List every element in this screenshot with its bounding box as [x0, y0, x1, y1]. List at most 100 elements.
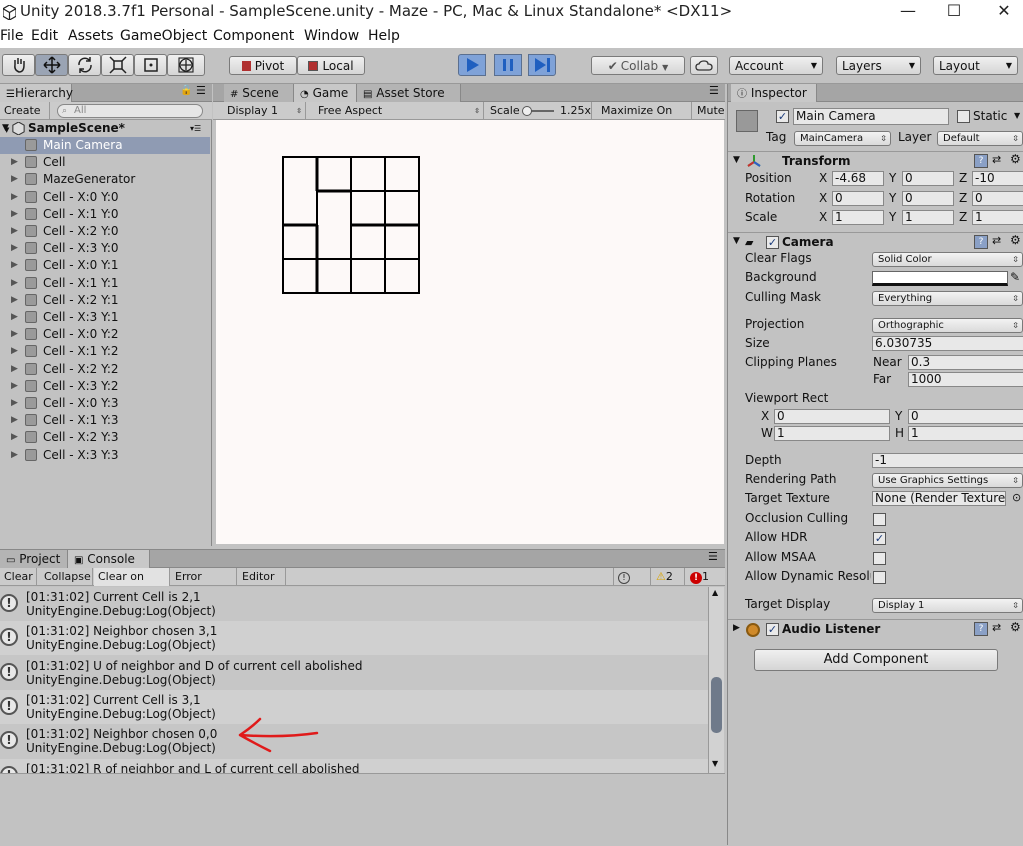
expand-arrow-icon[interactable]: ▶ — [11, 378, 18, 395]
close-button[interactable]: ✕ — [981, 0, 1023, 26]
expand-arrow-icon[interactable]: ▶ — [11, 343, 18, 360]
preset-icon[interactable]: ⇄ — [992, 153, 1001, 166]
console-log-entry[interactable]: ! [01:31:02] Current Cell is 3,1 UnityEngi… — [0, 689, 708, 724]
hierarchy-item[interactable]: ▶ Cell - X:0 Y:0 — [0, 189, 210, 206]
menu-window[interactable]: Window — [304, 28, 359, 44]
hierarchy-item[interactable]: ▶ Cell - X:0 Y:2 — [0, 326, 210, 343]
hand-tool-button[interactable] — [2, 54, 35, 76]
layers-dropdown[interactable]: Layers ▼ — [836, 56, 921, 75]
expand-arrow-icon[interactable]: ▶ — [11, 361, 18, 378]
gameobject-active-checkbox[interactable]: ✓ — [776, 110, 789, 123]
tab-hierarchy[interactable]: ☰Hierarchy — [0, 84, 73, 102]
expand-arrow-icon[interactable]: ▶ — [11, 154, 18, 171]
expand-arrow-icon[interactable]: ▼ — [733, 236, 740, 246]
scene-root[interactable]: ▼ SampleScene* ▾☰ — [0, 120, 212, 137]
hierarchy-item[interactable]: ▶ Cell - X:0 Y:3 — [0, 395, 210, 412]
transform-header[interactable]: ▼ Transform ? ⇄ ⚙ — [728, 151, 1023, 171]
target-texture-field[interactable]: None (Render Texture) — [872, 491, 1006, 506]
collapse-button[interactable]: Collapse — [40, 568, 93, 586]
layer-dropdown[interactable]: Default ⇳ — [937, 131, 1023, 146]
hierarchy-item[interactable]: ▶ Cell - X:3 Y:2 — [0, 378, 210, 395]
expand-arrow-icon[interactable]: ▼ — [733, 155, 740, 165]
tab-asset-store[interactable]: ▤ Asset Store — [357, 84, 461, 102]
console-log-entry[interactable]: ! [01:31:02] R of neighbor and L of curre… — [0, 758, 708, 773]
scale-x-input[interactable]: 1 — [832, 210, 884, 225]
allow-msaa-checkbox[interactable] — [873, 552, 886, 565]
expand-arrow-icon[interactable]: ▶ — [11, 292, 18, 309]
scale-control[interactable]: Scale 1.25x — [486, 102, 592, 120]
near-input[interactable]: 0.3 — [908, 355, 1023, 370]
hierarchy-item[interactable]: ▶ Cell — [0, 154, 210, 171]
scale-slider-thumb[interactable] — [522, 106, 532, 116]
menu-file[interactable]: File — [0, 28, 23, 44]
rotate-tool-button[interactable] — [68, 54, 101, 76]
play-button[interactable] — [458, 54, 486, 76]
console-log-entry[interactable]: ! [01:31:02] Current Cell is 2,1 UnityEngi… — [0, 587, 708, 621]
gameobject-name-input[interactable]: Main Camera — [793, 108, 949, 125]
help-book-icon[interactable]: ? — [974, 235, 988, 249]
minimize-button[interactable]: — — [885, 0, 931, 26]
hierarchy-item[interactable]: ▶ MazeGenerator — [0, 171, 210, 188]
allow-hdr-checkbox[interactable]: ✓ — [873, 532, 886, 545]
preset-icon[interactable]: ⇄ — [992, 621, 1001, 634]
object-picker-icon[interactable]: ⊙ — [1012, 491, 1021, 504]
editor-dropdown[interactable]: Editor ▼ — [238, 568, 286, 600]
chevron-down-icon[interactable]: ▼ — [1014, 111, 1020, 120]
projection-dropdown[interactable]: Orthographic ⇳ — [872, 318, 1023, 333]
scene-menu-icon[interactable]: ▾☰ — [190, 120, 201, 137]
panel-menu-icon[interactable]: ☰ — [709, 84, 719, 97]
layout-dropdown[interactable]: Layout ▼ — [933, 56, 1018, 75]
hierarchy-item[interactable]: Main Camera — [0, 137, 210, 154]
viewport-h-input[interactable]: 1 — [908, 426, 1023, 441]
rotation-z-input[interactable]: 0 — [972, 190, 1023, 206]
rendering-path-dropdown[interactable]: Use Graphics Settings ⇳ — [872, 473, 1023, 488]
scale-y-input[interactable]: 1 — [902, 210, 954, 225]
menu-gameobject[interactable]: GameObject — [120, 28, 207, 44]
position-y-input[interactable]: 0 — [902, 171, 954, 186]
audio-listener-enabled-checkbox[interactable]: ✓ — [766, 623, 779, 636]
scale-z-input[interactable]: 1 — [972, 210, 1023, 225]
aspect-dropdown[interactable]: Free Aspect ⇳ — [314, 102, 484, 120]
expand-arrow-icon[interactable]: ▶ — [11, 309, 18, 326]
collab-button[interactable]: ✔ Collab ▼ — [591, 56, 685, 75]
viewport-x-input[interactable]: 0 — [774, 409, 890, 424]
menu-help[interactable]: Help — [368, 28, 400, 44]
expand-arrow-icon[interactable]: ▶ — [11, 189, 18, 206]
culling-mask-dropdown[interactable]: Everything ⇳ — [872, 291, 1023, 306]
warning-count-toggle[interactable]: ⚠2 — [652, 568, 685, 586]
clear-on-play-toggle[interactable]: Clear on Play — [94, 568, 170, 601]
camera-enabled-checkbox[interactable]: ✓ — [766, 236, 779, 249]
tab-inspector[interactable]: ⓘ Inspector — [731, 84, 817, 102]
expand-arrow-icon[interactable]: ▶ — [733, 623, 740, 633]
expand-arrow-icon[interactable]: ▶ — [11, 447, 18, 464]
tab-project[interactable]: ▭ Project — [0, 550, 68, 568]
scale-tool-button[interactable] — [101, 54, 134, 76]
panel-menu-icon[interactable]: ☰ — [708, 550, 718, 563]
lock-icon[interactable]: 🔒 — [180, 85, 192, 96]
rotation-y-input[interactable]: 0 — [902, 190, 954, 206]
create-button[interactable]: Create ▼ — [0, 102, 50, 134]
hierarchy-item[interactable]: ▶ Cell - X:3 Y:3 — [0, 447, 210, 464]
hierarchy-item[interactable]: ▶ Cell - X:3 Y:0 — [0, 240, 210, 257]
step-button[interactable] — [528, 54, 556, 76]
tab-console[interactable]: ▣ Console — [68, 550, 150, 568]
console-log-entry[interactable]: ! [01:31:02] Neighbor chosen 3,1 UnityEngi… — [0, 621, 708, 656]
help-book-icon[interactable]: ? — [974, 622, 988, 636]
menu-assets[interactable]: Assets — [68, 28, 114, 44]
help-book-icon[interactable]: ? — [974, 154, 988, 168]
rotation-x-input[interactable]: 0 — [832, 190, 884, 206]
add-component-button[interactable]: Add Component — [754, 649, 998, 671]
move-tool-button[interactable] — [35, 54, 68, 76]
gear-icon[interactable]: ⚙ — [1010, 152, 1021, 166]
maximize-button[interactable]: ☐ — [931, 0, 977, 26]
hierarchy-item[interactable]: ▶ Cell - X:2 Y:1 — [0, 292, 210, 309]
clear-flags-dropdown[interactable]: Solid Color ⇳ — [872, 252, 1023, 267]
hierarchy-search-input[interactable]: ⌕ All — [57, 104, 203, 118]
account-dropdown[interactable]: Account ▼ — [729, 56, 823, 75]
expand-arrow-icon[interactable]: ▶ — [11, 429, 18, 446]
hierarchy-item[interactable]: ▶ Cell - X:0 Y:1 — [0, 257, 210, 274]
rect-tool-button[interactable] — [134, 54, 167, 76]
gear-icon[interactable]: ⚙ — [1010, 620, 1021, 634]
expand-arrow-icon[interactable]: ▶ — [11, 412, 18, 429]
console-log-entry[interactable]: ! [01:31:02] U of neighbor and D of curre… — [0, 656, 708, 690]
